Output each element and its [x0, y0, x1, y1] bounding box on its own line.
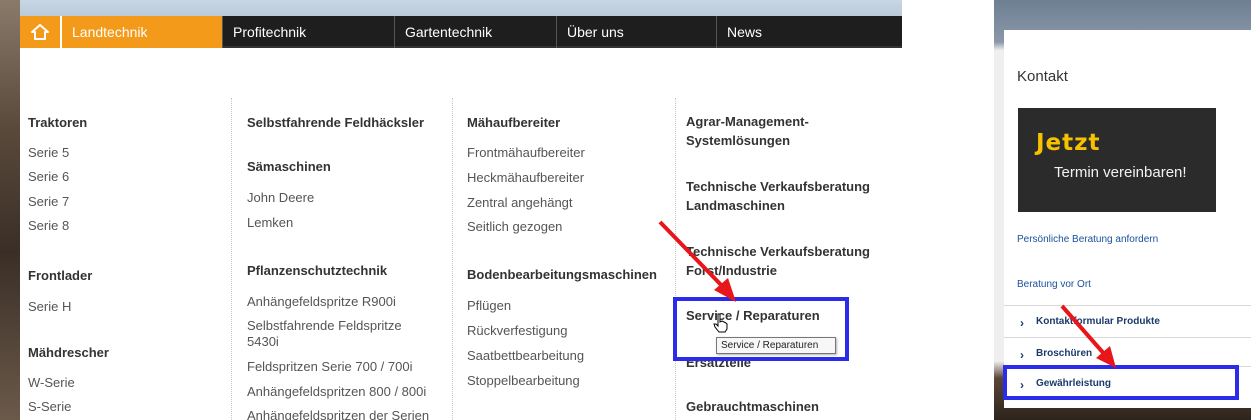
- menu-heading-bodenbearbeitung[interactable]: Bodenbearbeitungsmaschinen: [467, 266, 657, 284]
- menu-link[interactable]: Serie 7: [28, 194, 69, 210]
- menu-link[interactable]: Stoppelbearbeitung: [467, 373, 580, 389]
- menu-link[interactable]: Pflügen: [467, 298, 511, 314]
- menu-link[interactable]: Anhängefeldspritzen der Serien: [247, 408, 429, 420]
- background-image-strip: [0, 0, 20, 420]
- chevron-right-icon: ›: [1020, 316, 1024, 330]
- menu-heading-pflanzenschutztechnik[interactable]: Pflanzenschutztechnik: [247, 262, 387, 280]
- main-nav: Landtechnik Profitechnik Gartentechnik Ü…: [20, 16, 902, 48]
- sidebar-nav-label: Broschüren: [1036, 348, 1093, 359]
- divider: [1004, 337, 1251, 338]
- menu-column-4: Agrar-Management- Systemlösungen Technis…: [675, 98, 902, 420]
- home-icon: [31, 24, 49, 40]
- sidebar-nav-label: Kontaktformular Produkte: [1036, 316, 1160, 327]
- nav-item-news[interactable]: News: [716, 16, 902, 48]
- menu-link[interactable]: Serie 5: [28, 145, 69, 161]
- divider: [1004, 305, 1251, 306]
- sidebar-nav-kontaktformular[interactable]: › Kontaktformular Produkte: [1004, 307, 1251, 337]
- menu-link[interactable]: S-Serie: [28, 399, 71, 415]
- menu-column-1: Traktoren Serie 5 Serie 6 Serie 7 Serie …: [28, 114, 208, 420]
- menu-heading-agrar-management-line2[interactable]: Systemlösungen: [686, 132, 790, 150]
- menu-heading-tvb-landmaschinen[interactable]: Technische Verkaufsberatung: [686, 178, 870, 196]
- link-personal-consultation[interactable]: Persönliche Beratung anfordern: [1017, 234, 1158, 245]
- menu-heading-agrar-management[interactable]: Agrar-Management-: [686, 113, 809, 131]
- menu-heading-maehdrescher[interactable]: Mähdrescher: [28, 344, 109, 362]
- contact-title: Kontakt: [1017, 68, 1068, 85]
- menu-link[interactable]: Anhängefeldspritze R900i: [247, 294, 396, 310]
- menu-link[interactable]: Frontmähaufbereiter: [467, 145, 585, 161]
- chevron-right-icon: ›: [1020, 348, 1024, 362]
- banner-text-jetzt: Jetzt: [1036, 130, 1101, 156]
- menu-column-3: Mähaufbereiter Frontmähaufbereiter Heckm…: [452, 98, 674, 420]
- menu-heading-feldhaecksler[interactable]: Selbstfahrende Feldhäcksler: [247, 114, 424, 132]
- hand-cursor-icon: [713, 313, 728, 333]
- menu-link[interactable]: Serie 8: [28, 218, 69, 234]
- menu-link[interactable]: Lemken: [247, 215, 293, 231]
- menu-heading-maehaufbereiter[interactable]: Mähaufbereiter: [467, 114, 560, 132]
- menu-heading-tvb-landmaschinen-line2[interactable]: Landmaschinen: [686, 197, 785, 215]
- menu-link[interactable]: John Deere: [247, 190, 314, 206]
- highlight-box-gewaehrleistung: [1003, 365, 1239, 400]
- menu-link[interactable]: Heckmähaufbereiter: [467, 170, 584, 186]
- menu-heading-tvb-forst[interactable]: Technische Verkaufsberatung: [686, 243, 870, 261]
- menu-link[interactable]: Saatbettbearbeitung: [467, 348, 584, 364]
- nav-item-landtechnik[interactable]: Landtechnik: [62, 16, 222, 48]
- nav-item-ueber-uns[interactable]: Über uns: [556, 16, 716, 48]
- nav-item-gartentechnik[interactable]: Gartentechnik: [394, 16, 556, 48]
- menu-link[interactable]: Rückverfestigung: [467, 323, 567, 339]
- banner-text-termin: Termin vereinbaren!: [1054, 164, 1187, 181]
- appointment-banner[interactable]: Jetzt Termin vereinbaren!: [1018, 108, 1216, 212]
- menu-heading-gebrauchtmaschinen[interactable]: Gebrauchtmaschinen: [686, 398, 819, 416]
- menu-heading-frontlader[interactable]: Frontlader: [28, 267, 92, 285]
- menu-link[interactable]: Serie H: [28, 299, 71, 315]
- tooltip: Service / Reparaturen: [716, 337, 836, 354]
- menu-link[interactable]: Selbstfahrende Feldspritze: [247, 318, 402, 334]
- screenshot-root: { "nav": { "home_icon": "home-icon", "it…: [0, 0, 1251, 420]
- menu-column-2: Selbstfahrende Feldhäcksler Sämaschinen …: [231, 98, 451, 420]
- menu-link[interactable]: W-Serie: [28, 375, 75, 391]
- menu-link[interactable]: Feldspritzen Serie 700 / 700i: [247, 359, 412, 375]
- menu-link[interactable]: Serie 6: [28, 169, 69, 185]
- menu-heading-traktoren[interactable]: Traktoren: [28, 114, 87, 132]
- menu-heading-tvb-forst-line2[interactable]: Forst/Industrie: [686, 262, 777, 280]
- menu-link[interactable]: Anhängefeldspritzen 800 / 800i: [247, 384, 426, 400]
- menu-heading-saemaschinen[interactable]: Sämaschinen: [247, 158, 331, 176]
- home-button[interactable]: [20, 16, 62, 48]
- menu-link[interactable]: 5430i: [247, 334, 279, 350]
- menu-link[interactable]: Zentral angehängt: [467, 195, 573, 211]
- link-consultation-onsite[interactable]: Beratung vor Ort: [1017, 279, 1091, 290]
- menu-link[interactable]: Seitlich gezogen: [467, 219, 562, 235]
- nav-item-profitechnik[interactable]: Profitechnik: [222, 16, 394, 48]
